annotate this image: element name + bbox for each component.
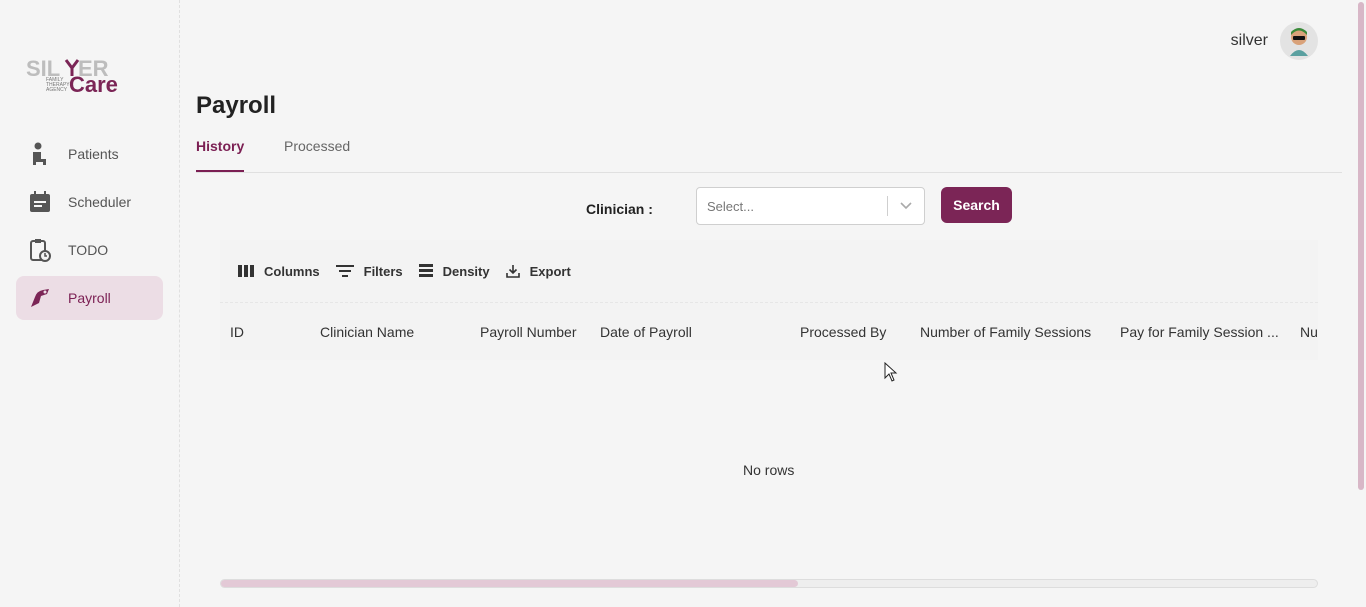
tab-processed[interactable]: Processed <box>284 138 350 154</box>
density-icon <box>418 264 433 278</box>
brand-logo[interactable]: SIL ER FAMILY THERAPY AGENCY Care <box>26 54 126 97</box>
column-header-pay-family-session[interactable]: Pay for Family Session ... <box>1120 324 1279 340</box>
sidebar-item-todo[interactable]: TODO <box>16 228 163 272</box>
export-button[interactable]: Export <box>505 263 571 279</box>
calendar-icon <box>28 190 52 214</box>
filter-icon <box>335 265 354 277</box>
filters-button[interactable]: Filters <box>335 263 403 279</box>
payroll-hand-icon <box>28 286 52 310</box>
columns-icon <box>238 265 254 277</box>
horizontal-scrollbar[interactable] <box>220 579 1318 588</box>
sidebar-item-label: Scheduler <box>68 194 132 210</box>
mouse-cursor-icon <box>884 361 898 387</box>
vertical-scrollbar[interactable] <box>1357 0 1366 607</box>
density-button[interactable]: Density <box>418 263 490 279</box>
columns-button[interactable]: Columns <box>238 264 320 279</box>
avatar-icon[interactable] <box>1280 22 1318 60</box>
user-name: silver <box>1230 32 1268 49</box>
payroll-data-grid: Columns Filters Density Export ID Clinic… <box>220 240 1318 360</box>
horizontal-scrollbar-thumb[interactable] <box>221 580 798 587</box>
column-header-clinician-name[interactable]: Clinician Name <box>320 324 414 340</box>
patient-icon <box>28 142 52 166</box>
svg-text:AGENCY: AGENCY <box>46 87 68 93</box>
search-button[interactable]: Search <box>941 187 1012 223</box>
column-header-family-sessions[interactable]: Number of Family Sessions <box>920 324 1091 340</box>
grid-toolbar: Columns Filters Density Export <box>220 240 1318 303</box>
column-header-id[interactable]: ID <box>230 324 244 340</box>
empty-state-text: No rows <box>743 462 795 478</box>
sidebar-item-patients[interactable]: Patients <box>16 132 163 176</box>
filters-label: Filters <box>363 263 403 279</box>
tab-history[interactable]: History <box>196 138 244 154</box>
clinician-select-placeholder: Select... <box>707 199 754 214</box>
sidebar-item-payroll[interactable]: Payroll <box>16 276 163 320</box>
sidebar-item-scheduler[interactable]: Scheduler <box>16 180 163 224</box>
tab-bar: History Processed <box>196 130 1342 173</box>
clinician-select[interactable]: Select... <box>696 187 925 225</box>
download-icon <box>505 264 520 278</box>
chevron-down-icon[interactable] <box>899 198 913 215</box>
sidebar: SIL ER FAMILY THERAPY AGENCY Care Patien… <box>0 0 180 607</box>
column-header-truncated[interactable]: Nu <box>1300 324 1318 340</box>
select-separator <box>887 196 888 216</box>
svg-text:Care: Care <box>69 72 118 96</box>
density-label: Density <box>442 263 490 279</box>
vertical-scrollbar-thumb[interactable] <box>1358 2 1364 490</box>
page-title: Payroll <box>196 92 277 119</box>
columns-label: Columns <box>264 263 320 279</box>
user-menu[interactable]: silver <box>1231 22 1318 60</box>
column-header-date-of-payroll[interactable]: Date of Payroll <box>600 324 692 340</box>
tab-active-indicator <box>196 170 244 172</box>
column-header-payroll-number[interactable]: Payroll Number <box>480 324 576 340</box>
clinician-filter-label: Clinician : <box>586 201 653 217</box>
sidebar-item-label: TODO <box>68 242 109 258</box>
sidebar-item-label: Patients <box>68 146 119 162</box>
export-label: Export <box>529 263 571 279</box>
grid-header-row: ID Clinician Name Payroll Number Date of… <box>220 304 1318 360</box>
column-header-processed-by[interactable]: Processed By <box>800 324 886 340</box>
sidebar-item-label: Payroll <box>68 290 111 306</box>
clipboard-clock-icon <box>28 238 52 262</box>
